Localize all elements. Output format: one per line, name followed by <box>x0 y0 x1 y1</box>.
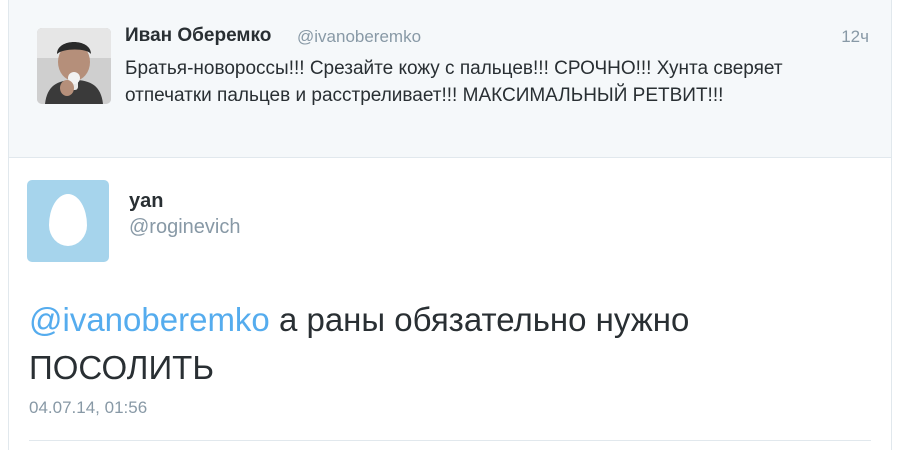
parent-timestamp[interactable]: 12ч <box>841 27 869 47</box>
parent-author-handle[interactable]: @ivanoberemko <box>297 27 421 47</box>
parent-tweet[interactable]: Иван Оберемко @ivanoberemko 12ч Братья-н… <box>8 0 892 158</box>
main-tweet: yan @roginevich @ivanoberemko а раны обя… <box>8 158 892 450</box>
tweet-page: Иван Оберемко @ivanoberemko 12ч Братья-н… <box>0 0 900 450</box>
parent-author-name[interactable]: Иван Оберемко <box>125 25 271 47</box>
parent-avatar[interactable] <box>37 28 111 104</box>
mention-link[interactable]: @ivanoberemko <box>29 301 270 338</box>
divider <box>29 440 871 441</box>
avatar[interactable] <box>27 180 109 262</box>
main-tweet-text: @ivanoberemko а раны обязательно нужно П… <box>29 296 869 392</box>
user-photo-icon <box>37 28 111 104</box>
main-tweet-date[interactable]: 04.07.14, 01:56 <box>29 398 147 418</box>
parent-tweet-text: Братья-новороссы!!! Срезайте кожу с паль… <box>125 58 783 106</box>
egg-icon <box>49 194 87 246</box>
main-author-name[interactable]: yan <box>129 190 163 213</box>
main-author-handle[interactable]: @roginevich <box>129 216 240 239</box>
